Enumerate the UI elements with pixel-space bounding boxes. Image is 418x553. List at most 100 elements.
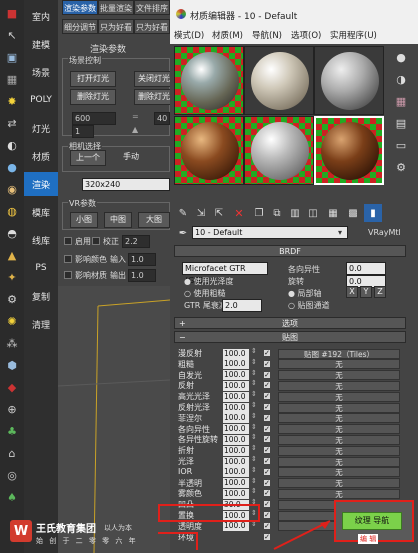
sample-slot-1[interactable] xyxy=(174,46,244,115)
menu-mode[interactable]: 模式(D) xyxy=(174,29,204,41)
backlight-icon[interactable]: ◑ xyxy=(392,70,410,88)
map-row-amount[interactable]: 100.0 xyxy=(223,380,249,391)
category-lighting[interactable]: 灯光 xyxy=(24,116,58,140)
map-row-amount[interactable]: 100.0 xyxy=(223,402,249,413)
sample-slot-2[interactable] xyxy=(244,46,314,115)
light-icon[interactable]: ◐ xyxy=(3,136,21,154)
spinner-1[interactable]: 1 xyxy=(72,125,94,138)
map-row-slot-button[interactable]: 无 xyxy=(278,456,400,467)
map-row-spinner-icon[interactable]: ⇕ xyxy=(251,477,257,485)
sample-slot-3[interactable] xyxy=(314,46,384,115)
map-row-checkbox[interactable]: ✓ xyxy=(263,467,271,476)
map-row-amount[interactable]: 100.0 xyxy=(223,478,249,489)
map-row-slot-button[interactable]: 无 xyxy=(278,359,400,370)
map-row-slot-button[interactable]: 无 xyxy=(278,488,400,499)
bulb-icon[interactable]: ◍ xyxy=(3,202,21,220)
map-row-spinner-icon[interactable]: ⇕ xyxy=(251,369,257,377)
texture-navigator-popup[interactable]: 纹理 导航 编 辑 xyxy=(334,500,414,544)
map-row-slot-button[interactable]: 无 xyxy=(278,413,400,424)
cursor-icon[interactable]: ↖ xyxy=(3,26,21,44)
map-row-checkbox[interactable]: ✓ xyxy=(263,500,271,509)
show-end-icon[interactable]: ▩ xyxy=(344,204,362,222)
affect-material-checkbox[interactable] xyxy=(64,271,72,279)
map-row-slot-button[interactable]: 无 xyxy=(278,445,400,456)
map-row-spinner-icon[interactable]: ⇕ xyxy=(251,466,257,474)
get-material-icon[interactable]: ✎ xyxy=(174,204,192,222)
material-editor-titlebar[interactable]: 材质编辑器 - 10 - Default xyxy=(170,0,418,27)
map-row-amount[interactable]: 100.0 xyxy=(223,359,249,370)
gtr-tail-spinner[interactable]: 2.0 xyxy=(222,299,262,312)
reset-icon[interactable]: ✕ xyxy=(230,204,248,222)
map-row-spinner-icon[interactable]: ⇕ xyxy=(251,412,257,420)
category-ps[interactable]: PS xyxy=(24,256,58,280)
sample-slot-4[interactable] xyxy=(174,116,244,185)
lamp-icon[interactable]: ▲ xyxy=(3,246,21,264)
correction-spinner[interactable]: 2.2 xyxy=(122,235,150,248)
map-row-slot-button[interactable]: 无 xyxy=(278,370,400,381)
assign-icon[interactable]: ⇱ xyxy=(210,204,228,222)
show-map-icon[interactable]: ▦ xyxy=(324,204,342,222)
map-row-spinner-icon[interactable]: ⇕ xyxy=(251,423,257,431)
ring-icon[interactable]: ◎ xyxy=(3,466,21,484)
output-spinner[interactable]: 1.0 xyxy=(128,269,156,282)
category-poly[interactable]: POLY xyxy=(24,88,58,112)
axis-x-button[interactable]: X xyxy=(346,286,358,298)
popup-button[interactable]: 纹理 导航 xyxy=(342,512,402,530)
name-dropdown-arrow[interactable]: ▾ xyxy=(338,228,342,237)
box-icon[interactable]: ▣ xyxy=(3,48,21,66)
category-copy[interactable]: 复制 xyxy=(24,284,58,308)
tab-batch-render[interactable]: 批量渲染 xyxy=(98,0,134,15)
map-row-checkbox[interactable]: ✓ xyxy=(263,381,271,390)
category-line-lib[interactable]: 线库 xyxy=(24,228,58,252)
gear-icon[interactable]: ⚙ xyxy=(3,290,21,308)
manual-camera-button[interactable]: 手动 xyxy=(114,150,148,166)
map-row-slot-button[interactable]: 无 xyxy=(278,434,400,445)
copy-icon[interactable]: ❐ xyxy=(250,204,268,222)
map-row-checkbox[interactable]: ✓ xyxy=(263,446,271,455)
go-parent-icon[interactable]: ▮ xyxy=(364,204,382,222)
use-roughness-radio[interactable]: ○ 使用粗糙 xyxy=(184,288,226,299)
category-model-lib[interactable]: 模库 xyxy=(24,200,58,224)
map-row-slot-button[interactable]: 贴图 #192（Tiles） xyxy=(278,348,400,359)
menu-material[interactable]: 材质(M) xyxy=(212,29,243,41)
spinner-40[interactable]: 40 xyxy=(154,112,170,125)
map-row-spinner-icon[interactable]: ⇕ xyxy=(251,347,257,355)
category-modeling[interactable]: 建模 xyxy=(24,32,58,56)
anisotropy-spinner[interactable]: 0.0 xyxy=(346,262,386,275)
map-row-amount[interactable]: 100.0 xyxy=(223,370,249,381)
enable-checkbox[interactable] xyxy=(64,237,72,245)
map-row-checkbox[interactable]: ✓ xyxy=(263,424,271,433)
map-row-spinner-icon[interactable]: ⇕ xyxy=(251,455,257,463)
map-row-spinner-icon[interactable]: ⇕ xyxy=(251,379,257,387)
tab-looks-2[interactable]: 只为好看 xyxy=(134,19,170,34)
affect-color-checkbox[interactable] xyxy=(64,255,72,263)
tab-looks-1[interactable]: 只为好看 xyxy=(98,19,134,34)
map-row-amount[interactable]: 100.0 xyxy=(223,456,249,467)
use-glossiness-radio[interactable]: ● 使用光泽度 xyxy=(184,276,234,287)
map-row-amount[interactable]: 100.0 xyxy=(223,467,249,478)
leaf-icon[interactable]: ♠ xyxy=(3,488,21,506)
sample-slot-5[interactable] xyxy=(244,116,314,185)
map-row-checkbox[interactable]: ✓ xyxy=(263,478,271,487)
star-icon[interactable]: ✺ xyxy=(3,312,21,330)
map-row-amount[interactable]: 100.0 xyxy=(223,348,249,359)
map-row-checkbox[interactable]: ✓ xyxy=(263,349,271,357)
map-row-spinner-icon[interactable]: ⇕ xyxy=(251,444,257,452)
axis-z-button[interactable]: Z xyxy=(374,286,386,298)
arrows-icon[interactable]: ⇄ xyxy=(3,114,21,132)
close-lights-button[interactable]: 关闭灯光 xyxy=(134,71,174,87)
delete-lights-button[interactable]: 删除灯光 xyxy=(70,89,116,105)
sphere-icon[interactable]: ● xyxy=(3,158,21,176)
map-row-amount[interactable]: 100.0 xyxy=(223,521,249,532)
globe-icon[interactable]: ⊕ xyxy=(3,400,21,418)
small-image-button[interactable]: 小图 xyxy=(70,212,98,228)
map-row-slot-button[interactable]: 无 xyxy=(278,402,400,413)
library-icon[interactable]: ▥ xyxy=(286,204,304,222)
category-scene[interactable]: 场景 xyxy=(24,60,58,84)
map-row-checkbox[interactable]: ✓ xyxy=(263,435,271,444)
prev-camera-button[interactable]: 上一个 xyxy=(70,150,106,166)
map-row-checkbox[interactable]: ✓ xyxy=(263,370,271,379)
brdf-type-dropdown[interactable]: Microfacet GTR (GGX) xyxy=(182,262,268,285)
map-row-checkbox[interactable]: ✓ xyxy=(263,489,271,498)
spinner-600[interactable]: 600 xyxy=(72,112,116,125)
